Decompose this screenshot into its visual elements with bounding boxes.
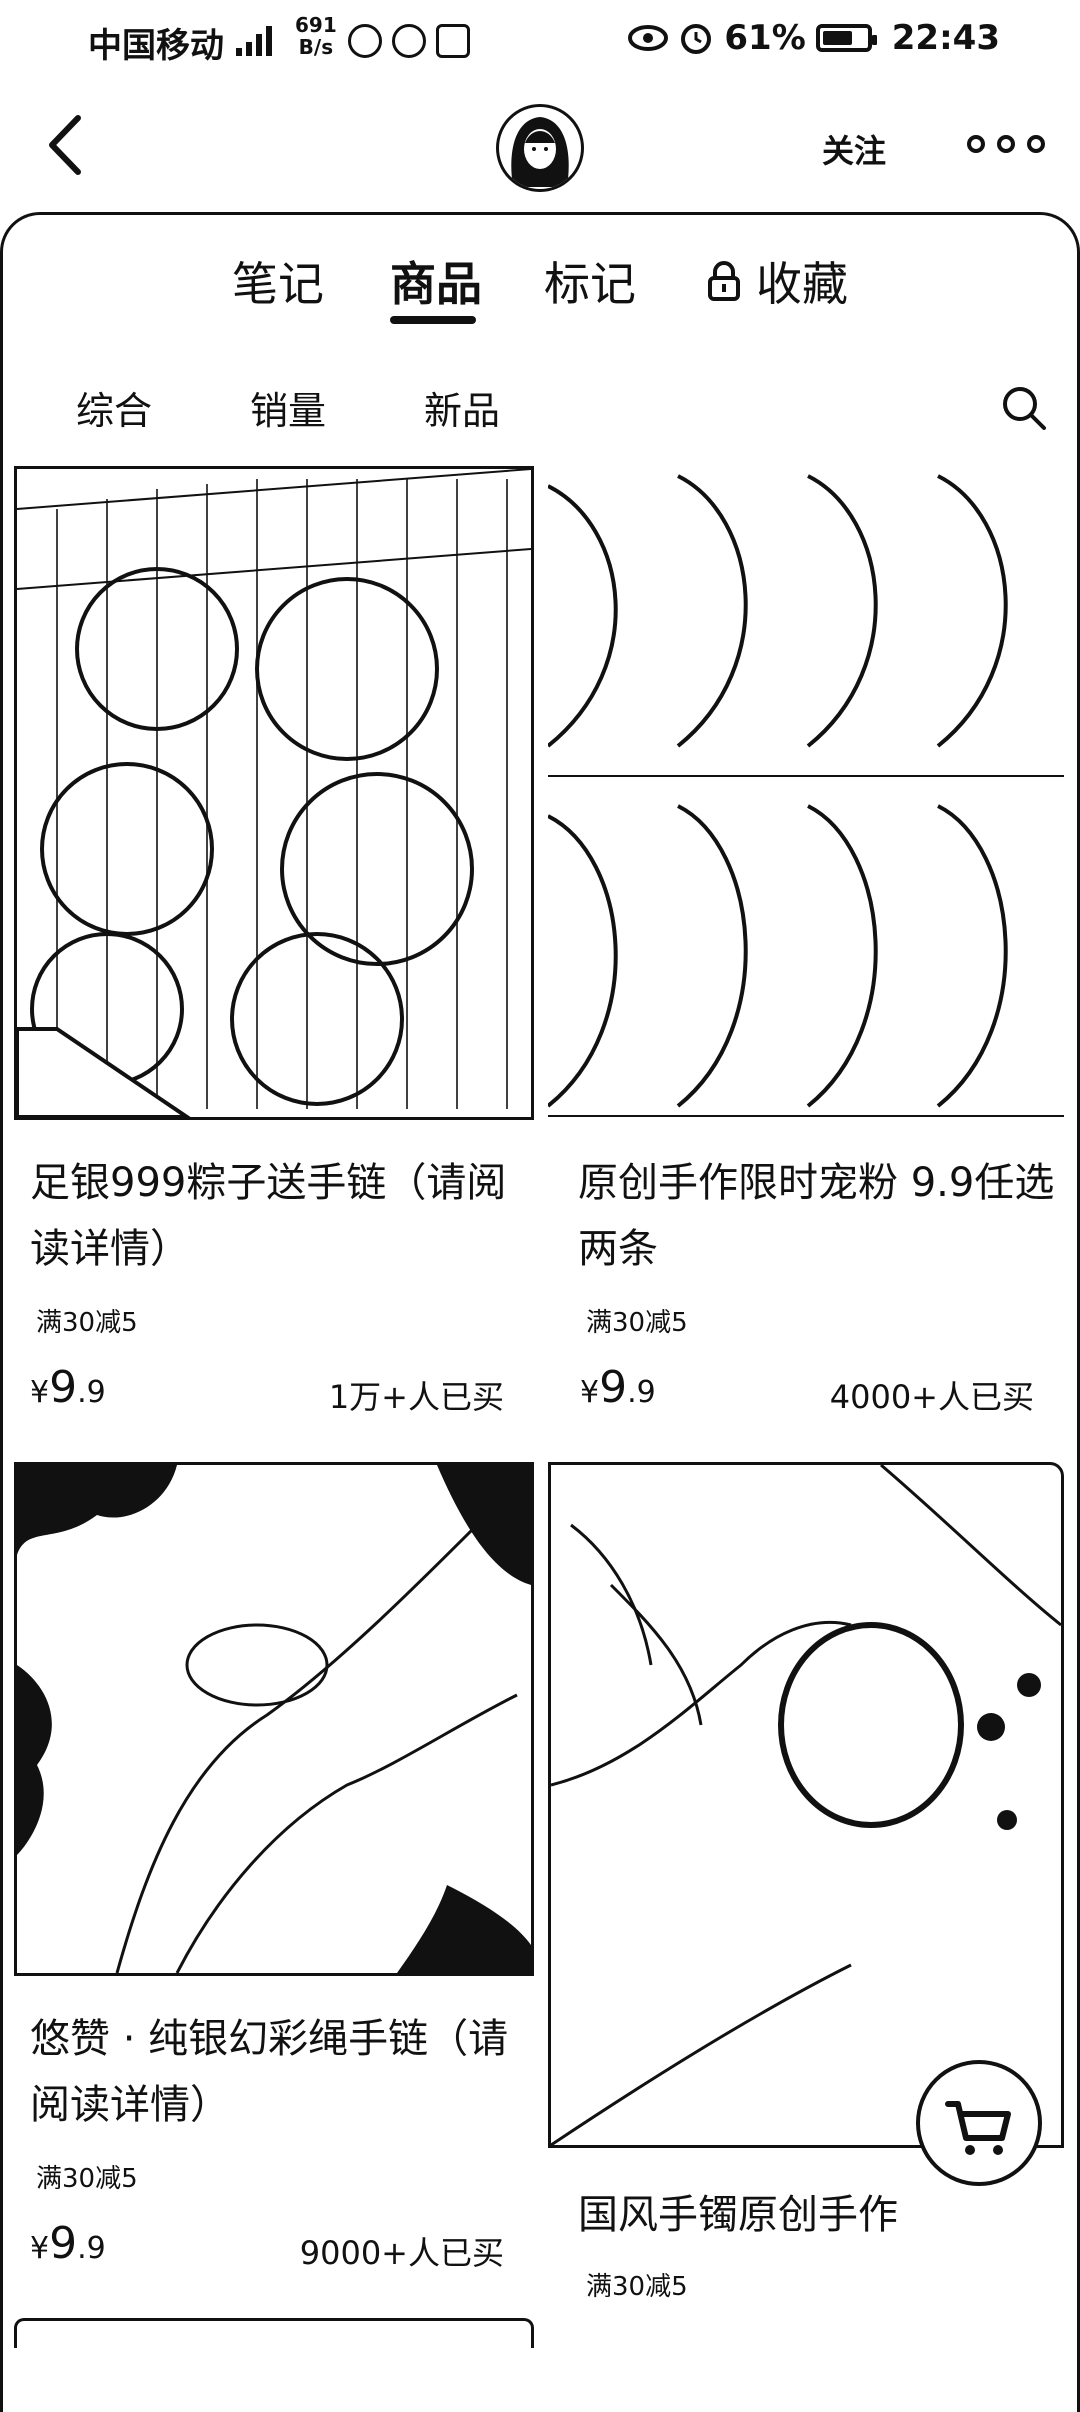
bangle-on-hand-illustration bbox=[551, 1465, 1061, 2145]
follow-button[interactable]: 关注 bbox=[822, 126, 886, 172]
back-arrow-icon[interactable] bbox=[40, 110, 90, 180]
cart-button[interactable] bbox=[916, 2060, 1042, 2186]
product-title[interactable]: 足银999粽子送手链（请阅读详情） bbox=[30, 1150, 510, 1282]
promo-badge: 满30减5 bbox=[36, 1308, 138, 1338]
status-bar: 中国移动 691 B/s 61% 22:43 bbox=[0, 0, 1080, 80]
avatar[interactable] bbox=[496, 104, 584, 192]
product-image[interactable] bbox=[14, 2318, 534, 2348]
alarm-icon bbox=[681, 24, 712, 54]
product-title[interactable]: 国风手镯原创手作 bbox=[578, 2182, 1058, 2248]
promo-badge: 满30减5 bbox=[586, 2272, 688, 2302]
shopping-cart-icon bbox=[945, 2101, 1011, 2155]
signal-icon bbox=[236, 26, 272, 56]
clock: 22:43 bbox=[891, 18, 1000, 58]
product-image[interactable] bbox=[14, 1462, 534, 1976]
product-image[interactable] bbox=[548, 1462, 1064, 2148]
product-title[interactable]: 悠赞 · 纯银幻彩绳手链（请阅读详情） bbox=[30, 2006, 510, 2138]
sold-count: 1万+人已买 bbox=[328, 1378, 504, 1416]
app-notification-icon bbox=[348, 24, 382, 58]
battery-percent: 61% bbox=[724, 18, 806, 58]
product-price: ¥9.9 bbox=[30, 1362, 106, 1413]
search-icon[interactable] bbox=[1000, 384, 1048, 432]
lock-icon bbox=[708, 261, 740, 301]
filter-sales[interactable]: 销量 bbox=[250, 380, 326, 435]
battery-icon bbox=[815, 24, 877, 52]
tab-marks[interactable]: 标记 bbox=[544, 248, 636, 314]
active-tab-indicator bbox=[390, 316, 476, 324]
sold-count: 9000+人已买 bbox=[299, 2234, 504, 2272]
product-price: ¥9.9 bbox=[30, 2218, 106, 2269]
tab-products[interactable]: 商品 bbox=[390, 248, 482, 314]
filter-new[interactable]: 新品 bbox=[424, 380, 500, 435]
product-image[interactable] bbox=[14, 466, 534, 1120]
sold-count: 4000+人已买 bbox=[829, 1378, 1034, 1416]
tab-favorites[interactable]: 收藏 bbox=[706, 248, 848, 314]
wechat-icon bbox=[392, 24, 426, 58]
product-image[interactable] bbox=[548, 466, 1064, 1120]
product-title[interactable]: 原创手作限时宠粉 9.9任选两条 bbox=[578, 1150, 1058, 1282]
net-speed: 691 B/s bbox=[295, 13, 337, 59]
tab-bar: 笔记 商品 标记 收藏 bbox=[0, 248, 1080, 328]
eye-icon bbox=[628, 25, 669, 51]
promo-badge: 满30减5 bbox=[36, 2164, 138, 2194]
app-notification-icon bbox=[436, 24, 470, 58]
promo-badge: 满30减5 bbox=[586, 1308, 688, 1338]
hand-with-bracelet-illustration bbox=[17, 1465, 531, 1973]
avatar-portrait-icon bbox=[511, 117, 569, 187]
product-price: ¥9.9 bbox=[580, 1362, 656, 1413]
bracelets-on-book-illustration bbox=[17, 469, 531, 1117]
carrier-label: 中国移动 bbox=[88, 26, 224, 66]
tab-notes[interactable]: 笔记 bbox=[232, 248, 324, 314]
bracelets-grid-illustration bbox=[548, 474, 1064, 1117]
more-options-icon[interactable] bbox=[966, 124, 1046, 164]
filter-comprehensive[interactable]: 综合 bbox=[76, 380, 152, 435]
